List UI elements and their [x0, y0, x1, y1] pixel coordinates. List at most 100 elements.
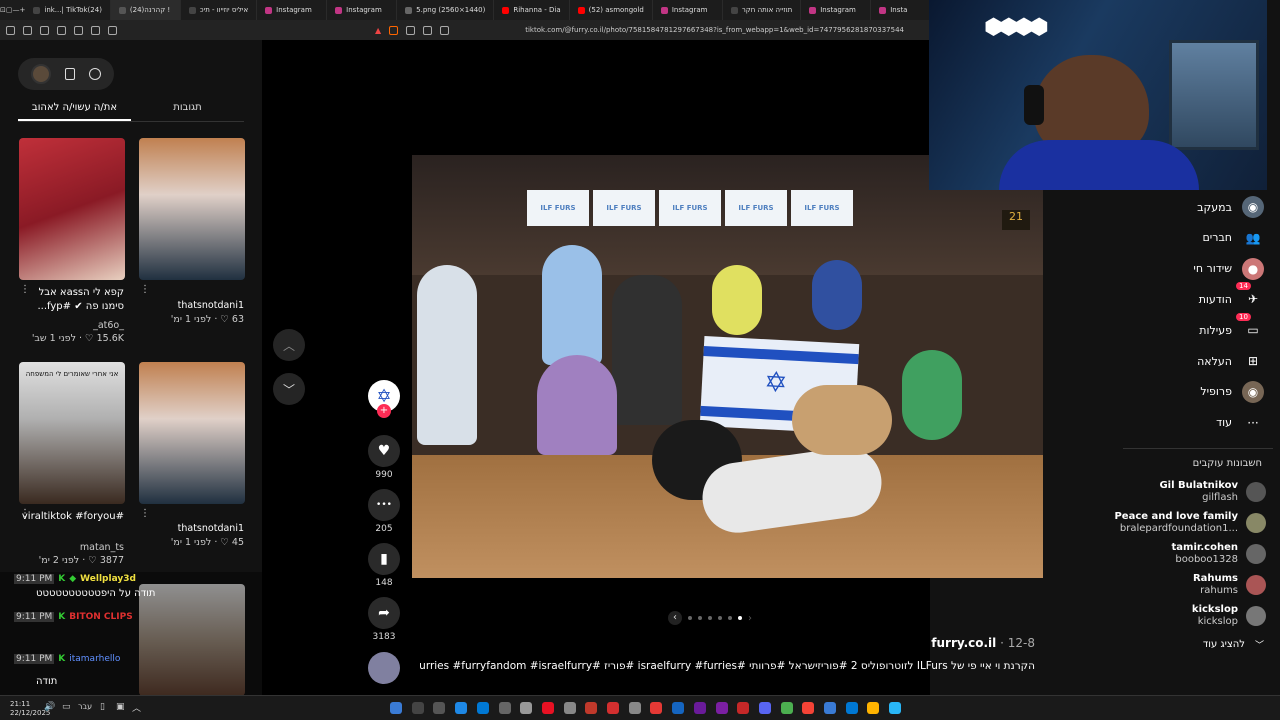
- previous-video-button[interactable]: ︿: [273, 329, 305, 361]
- favorites-icon[interactable]: [74, 25, 83, 35]
- tab-comments[interactable]: תגובות: [131, 100, 244, 121]
- show-more-button[interactable]: ﹀ להציג עוד: [1203, 638, 1264, 651]
- reload-icon[interactable]: [406, 25, 416, 35]
- share-button[interactable]: ➦ 3183: [366, 597, 402, 642]
- browser-tab[interactable]: (52) asmongold: [570, 0, 653, 20]
- browser-tab[interactable]: Insta: [871, 0, 930, 20]
- video-thumbnail[interactable]: [139, 138, 245, 280]
- network-icon[interactable]: ▭: [62, 702, 71, 712]
- device-icon[interactable]: [65, 68, 75, 80]
- video-author[interactable]: thatsnotdani1: [138, 523, 244, 534]
- avatar[interactable]: [1246, 513, 1266, 533]
- taskbar-app-icon[interactable]: [476, 702, 489, 714]
- taskbar-app-icon[interactable]: [780, 702, 793, 714]
- alert-icon[interactable]: ▲: [375, 26, 381, 35]
- carousel-dot[interactable]: [708, 616, 712, 620]
- following-account[interactable]: tamir.cohen booboo1328: [1172, 542, 1266, 566]
- nav-item-messages[interactable]: ✈ 14 הודעות: [1199, 282, 1264, 310]
- post-author[interactable]: furry.co.il: [931, 636, 996, 650]
- avatar[interactable]: [1246, 575, 1266, 595]
- device-icon[interactable]: ▣: [116, 702, 125, 712]
- video-author[interactable]: _at6o_: [18, 320, 124, 331]
- taskbar-app-icon[interactable]: [520, 702, 533, 714]
- following-account[interactable]: Peace and love family bralepardfoundation…: [1114, 511, 1266, 535]
- browser-tab[interactable]: ink...| TikTok(24): [25, 0, 111, 20]
- more-options-icon[interactable]: ⋮: [140, 508, 150, 519]
- taskbar-app-icon[interactable]: [607, 702, 619, 714]
- post-photo[interactable]: ILF FURS ILF FURS ILF FURS ILF FURS ILF FURS…: [412, 155, 1043, 578]
- shield-icon[interactable]: [23, 25, 32, 35]
- taskbar-app-icon[interactable]: [411, 702, 424, 714]
- browser-tab[interactable]: Rihanna - Dia: [494, 0, 570, 20]
- nav-item-following[interactable]: ◉ במעקב: [1197, 196, 1264, 218]
- avatar[interactable]: [1246, 482, 1266, 502]
- minimize-icon[interactable]: —: [13, 6, 20, 14]
- taskbar-app-icon[interactable]: [433, 702, 446, 714]
- taskbar-app-icon[interactable]: [672, 702, 685, 714]
- taskbar-app-icon[interactable]: [758, 702, 771, 714]
- carousel-dot[interactable]: [718, 616, 722, 620]
- nav-item-friends[interactable]: 👥 חברים: [1202, 227, 1264, 249]
- collections-icon[interactable]: [108, 25, 117, 35]
- avatar[interactable]: [1246, 544, 1266, 564]
- url-field[interactable]: tiktok.com/@furry.co.il/photo/7581584781…: [525, 26, 924, 34]
- carousel-dot-active[interactable]: [738, 616, 742, 620]
- music-disc[interactable]: [366, 652, 402, 684]
- avatar[interactable]: [31, 64, 51, 84]
- video-thumbnail[interactable]: אני אחרי שאומרים לי המשפחה: [19, 362, 125, 504]
- taskbar-app-icon[interactable]: [628, 702, 641, 714]
- following-account[interactable]: Gil Bulatnikov gilflash: [1159, 480, 1266, 504]
- author-avatar[interactable]: ✡ +: [366, 380, 402, 418]
- battery-icon[interactable]: ▯: [100, 702, 105, 712]
- next-video-button[interactable]: ﹀: [273, 373, 305, 405]
- nav-item-activity[interactable]: ▭ 10 פעילות: [1199, 313, 1264, 341]
- video-author[interactable]: thatsnotdani1: [138, 300, 244, 311]
- tab-you-may-like[interactable]: את/ה עשוי/ה לאהוב: [18, 100, 131, 121]
- carousel-prev-icon[interactable]: ‹: [668, 611, 682, 625]
- taskbar-app-icon[interactable]: [563, 702, 576, 714]
- reading-icon[interactable]: [57, 25, 66, 35]
- language-indicator[interactable]: עבר: [78, 702, 92, 711]
- comment-button[interactable]: ••• 205: [366, 489, 402, 534]
- taskbar-app-icon[interactable]: [693, 702, 706, 714]
- taskbar-app-icon[interactable]: [802, 702, 815, 714]
- speaker-icon[interactable]: 🔊: [44, 702, 55, 712]
- browser-tab[interactable]: תוזייה אותה חקר: [723, 0, 802, 20]
- taskbar-app-icon[interactable]: [541, 702, 554, 714]
- carousel-dot[interactable]: [698, 616, 702, 620]
- browser-tab[interactable]: (24)קהרנה !: [110, 0, 181, 20]
- tray-chevron-icon[interactable]: ︿: [132, 701, 141, 714]
- video-thumbnail[interactable]: [19, 138, 125, 280]
- taskbar-app-icon[interactable]: [824, 702, 836, 714]
- browser-tab[interactable]: Instagram: [327, 0, 398, 20]
- browser-tab[interactable]: 5.png (2560×1440): [397, 0, 495, 20]
- music-icon[interactable]: [91, 25, 100, 35]
- profile-pill[interactable]: [18, 58, 114, 90]
- carousel-next-icon[interactable]: ›: [748, 613, 752, 624]
- taskbar-app-icon[interactable]: [889, 702, 902, 714]
- browser-tab[interactable]: Instagram: [653, 0, 723, 20]
- nav-item-upload[interactable]: ⊞ העלאה: [1197, 350, 1264, 372]
- carousel-dot[interactable]: [688, 616, 692, 620]
- taskbar-app-icon[interactable]: [455, 702, 468, 714]
- bookmark-button[interactable]: ▮ 148: [366, 543, 402, 588]
- search-icon[interactable]: [423, 25, 433, 35]
- following-account[interactable]: kickslop kickslop: [1192, 604, 1266, 628]
- nav-item-profile[interactable]: ◉ פרופיל: [1200, 380, 1264, 403]
- nav-item-live[interactable]: ● שידור חי: [1193, 257, 1264, 280]
- extensions-icon[interactable]: [40, 25, 49, 35]
- taskbar-app-icon[interactable]: [715, 702, 728, 714]
- settings-icon[interactable]: [89, 68, 101, 80]
- video-thumbnail[interactable]: [139, 362, 245, 504]
- video-author[interactable]: matan_ts: [18, 542, 124, 553]
- browser-tab[interactable]: איליס יוזייוו - תיכ: [181, 0, 258, 20]
- taskbar-app-icon[interactable]: [498, 702, 511, 714]
- taskbar-app-icon[interactable]: [650, 702, 663, 714]
- browser-tab[interactable]: Instagram: [257, 0, 328, 20]
- nav-item-more[interactable]: ··· עוד: [1216, 412, 1264, 434]
- sidebar-toggle-icon[interactable]: [6, 25, 15, 35]
- tab-actions-icon[interactable]: ▢: [6, 6, 13, 14]
- more-options-icon[interactable]: ⋮: [140, 284, 150, 295]
- avatar[interactable]: [1246, 606, 1266, 626]
- taskbar-app-icon[interactable]: [585, 702, 598, 714]
